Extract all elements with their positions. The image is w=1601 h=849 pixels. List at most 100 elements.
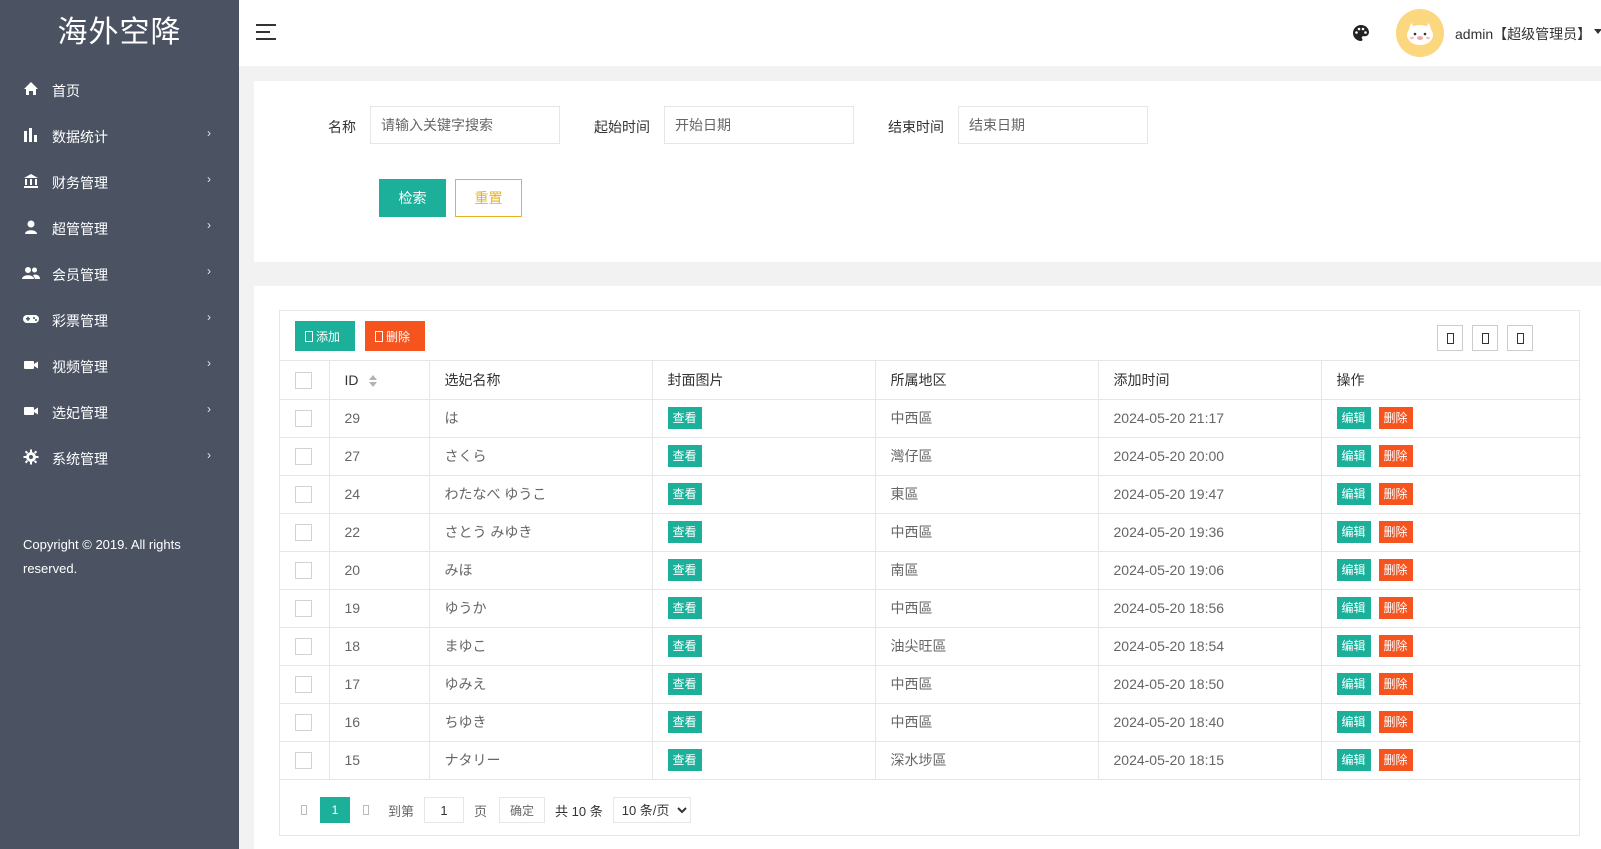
sidebar-item-6[interactable]: 视频管理 › <box>0 342 239 388</box>
view-cover-button[interactable]: 查看 <box>667 407 702 429</box>
export-icon[interactable] <box>1472 325 1498 351</box>
sidebar-item-7[interactable]: 选妃管理 › <box>0 388 239 434</box>
region-cell: 油尖旺區 <box>875 627 1099 666</box>
name-search-input[interactable] <box>370 106 560 144</box>
edit-button[interactable]: 编辑 <box>1336 597 1371 619</box>
menu-toggle-icon[interactable] <box>256 24 276 40</box>
view-cover-button[interactable]: 查看 <box>667 597 702 619</box>
add-button[interactable]: 添加 <box>295 321 355 351</box>
gamepad-icon <box>22 310 40 328</box>
avatar[interactable] <box>1396 9 1444 57</box>
sidebar-item-5[interactable]: 彩票管理 › <box>0 296 239 342</box>
delete-button[interactable]: 删除 <box>1378 673 1413 695</box>
row-select-cell <box>280 703 330 742</box>
bar-chart-icon <box>22 126 40 144</box>
id-cell: 16 <box>329 703 430 742</box>
print-icon[interactable] <box>1507 325 1533 351</box>
chevron-right-icon: › <box>207 218 211 232</box>
name-cell: ちゆき <box>429 703 653 742</box>
table-toolbar: 添加 删除 <box>280 311 1579 361</box>
row-checkbox[interactable] <box>295 751 312 769</box>
user-name-menu[interactable]: admin【超级管理员】 <box>1455 24 1591 44</box>
name-cell: ナタリー <box>429 741 653 780</box>
page-number-current[interactable]: 1 <box>320 797 350 823</box>
row-checkbox[interactable] <box>295 599 312 617</box>
data-table: ID 选妃名称 封面图片 所属地区 添加时间 操作 29 は查看 中西區 2024-0… <box>280 361 1581 780</box>
app-logo: 海外空降 <box>57 16 182 49</box>
delete-button[interactable]: 删除 <box>1378 407 1413 429</box>
delete-button[interactable]: 删除 <box>1378 711 1413 733</box>
edit-button[interactable]: 编辑 <box>1336 483 1371 505</box>
view-cover-button[interactable]: 查看 <box>667 521 702 543</box>
delete-button[interactable]: 删除 <box>1378 483 1413 505</box>
row-checkbox[interactable] <box>295 523 312 541</box>
table-row: 16 ちゆき 查看 中西區 2024-05-20 18:40 编辑 删除 <box>280 703 1581 742</box>
time-cell: 2024-05-20 18:50 <box>1098 665 1322 704</box>
row-checkbox[interactable] <box>295 675 312 693</box>
edit-button[interactable]: 编辑 <box>1336 635 1371 657</box>
actions-cell: 编辑 删除 <box>1321 741 1581 780</box>
sidebar-item-4[interactable]: 会员管理 › <box>0 250 239 296</box>
view-cover-button[interactable]: 查看 <box>667 483 702 505</box>
cover-cell: 查看 <box>652 627 876 666</box>
table-row: 29 は查看 中西區 2024-05-20 21:17 编辑 删除 <box>280 399 1581 438</box>
reset-button[interactable]: 重置 <box>455 179 522 217</box>
delete-button[interactable]: 删除 <box>1378 597 1413 619</box>
name-cell: まゆこ <box>429 627 653 666</box>
actions-cell: 编辑 删除 <box>1321 513 1581 552</box>
edit-button[interactable]: 编辑 <box>1336 521 1371 543</box>
sidebar-item-2[interactable]: 财务管理 › <box>0 158 239 204</box>
chevron-right-icon: › <box>207 264 211 278</box>
sidebar-nav: 首页 数据统计 › 财务管理 › 超管管理 › 会员管理 › 彩票管理 › 视频管理 › 选妃管理 › 系统管… <box>0 66 239 480</box>
edit-button[interactable]: 编辑 <box>1336 407 1371 429</box>
column-filter-icon[interactable] <box>1437 325 1463 351</box>
view-cover-button[interactable]: 查看 <box>667 635 702 657</box>
batch-delete-button[interactable]: 删除 <box>365 321 425 351</box>
edit-button[interactable]: 编辑 <box>1336 445 1371 467</box>
view-cover-button[interactable]: 查看 <box>667 445 702 467</box>
caret-down-icon[interactable] <box>1594 29 1601 34</box>
time-cell: 2024-05-20 19:36 <box>1098 513 1322 552</box>
sidebar-item-3[interactable]: 超管管理 › <box>0 204 239 250</box>
sidebar-item-0[interactable]: 首页 <box>0 66 239 112</box>
edit-button[interactable]: 编辑 <box>1336 749 1371 771</box>
goto-confirm-button[interactable]: 确定 <box>499 797 546 823</box>
delete-button[interactable]: 删除 <box>1378 749 1413 771</box>
sort-icon[interactable] <box>368 375 377 388</box>
column-header-id[interactable]: ID <box>329 361 430 400</box>
actions-cell: 编辑 删除 <box>1321 665 1581 704</box>
delete-button[interactable]: 删除 <box>1378 559 1413 581</box>
region-cell: 中西區 <box>875 703 1099 742</box>
search-button[interactable]: 检索 <box>379 179 446 217</box>
goto-page-input[interactable] <box>424 797 465 823</box>
row-checkbox[interactable] <box>295 409 312 427</box>
theme-palette-icon[interactable] <box>1351 23 1371 43</box>
view-cover-button[interactable]: 查看 <box>667 749 702 771</box>
sidebar-item-1[interactable]: 数据统计 › <box>0 112 239 158</box>
next-page-icon[interactable] <box>356 803 376 818</box>
row-checkbox[interactable] <box>295 447 312 465</box>
sidebar-item-8[interactable]: 系统管理 › <box>0 434 239 480</box>
start-date-input[interactable] <box>664 106 854 144</box>
row-checkbox[interactable] <box>295 637 312 655</box>
view-cover-button[interactable]: 查看 <box>667 673 702 695</box>
end-date-input[interactable] <box>958 106 1148 144</box>
actions-cell: 编辑 删除 <box>1321 437 1581 476</box>
sidebar-item-label: 首页 <box>52 83 80 99</box>
delete-button[interactable]: 删除 <box>1378 521 1413 543</box>
delete-button[interactable]: 删除 <box>1378 635 1413 657</box>
view-cover-button[interactable]: 查看 <box>667 559 702 581</box>
edit-button[interactable]: 编辑 <box>1336 673 1371 695</box>
chevron-right-icon: › <box>207 402 211 416</box>
row-checkbox[interactable] <box>295 713 312 731</box>
prev-page-icon[interactable] <box>294 803 314 818</box>
row-checkbox[interactable] <box>295 485 312 503</box>
row-checkbox[interactable] <box>295 561 312 579</box>
select-all-checkbox[interactable] <box>295 371 312 389</box>
view-cover-button[interactable]: 查看 <box>667 711 702 733</box>
edit-button[interactable]: 编辑 <box>1336 711 1371 733</box>
sidebar-item-label: 超管管理 <box>52 221 108 237</box>
delete-button[interactable]: 删除 <box>1378 445 1413 467</box>
page-size-select[interactable]: 10 条/页 <box>612 797 691 823</box>
edit-button[interactable]: 编辑 <box>1336 559 1371 581</box>
